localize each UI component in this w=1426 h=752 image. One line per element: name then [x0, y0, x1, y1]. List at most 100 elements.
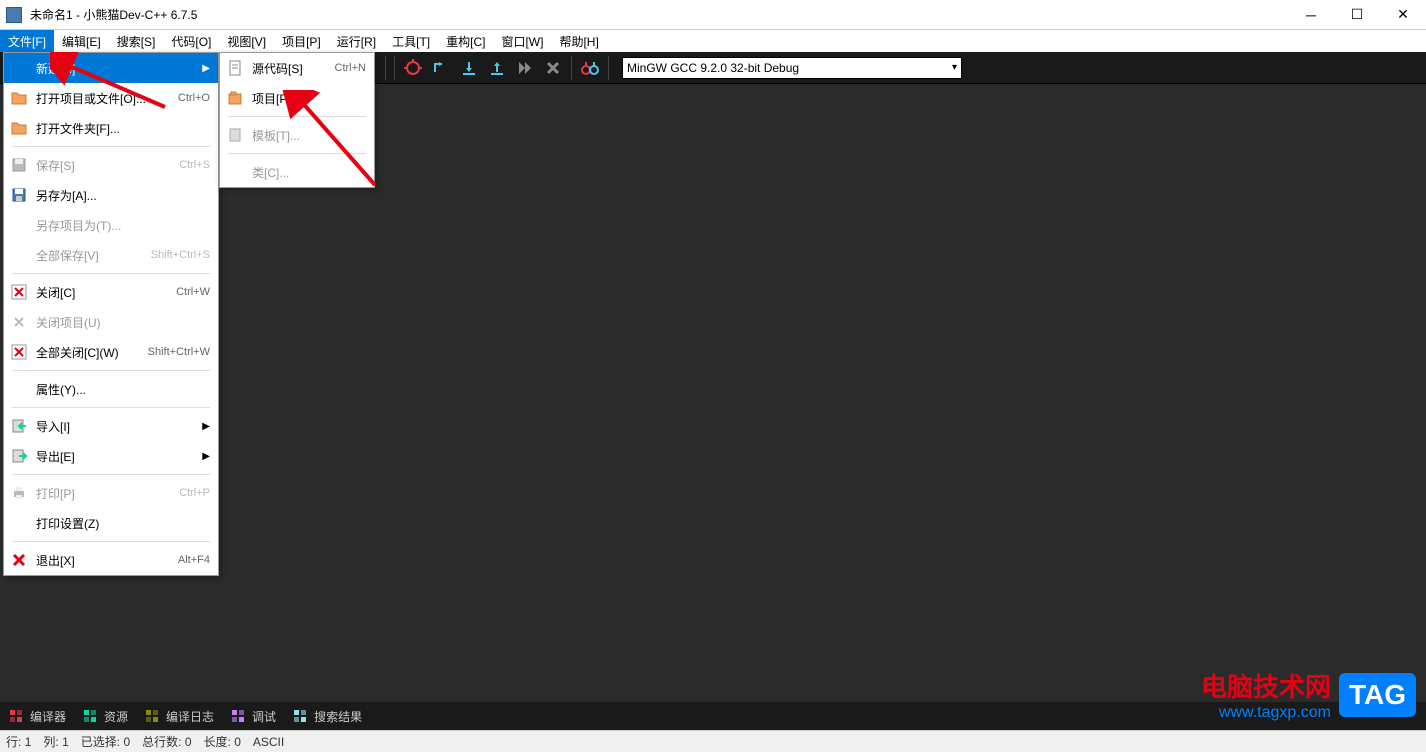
menu-item-label: 模板[T]...: [252, 127, 366, 144]
toolbar-separator: [571, 56, 572, 80]
menu-item: 全部保存[V]Shift+Ctrl+S: [4, 240, 218, 270]
menu-item[interactable]: 新建[N]▶: [4, 53, 218, 83]
tab-icon: [292, 708, 308, 724]
tab-icon: [8, 708, 24, 724]
bottom-tab[interactable]: 资源: [82, 708, 128, 725]
compiler-select[interactable]: MinGW GCC 9.2.0 32-bit Debug: [622, 57, 962, 79]
status-col: 列: 1: [43, 733, 68, 750]
menu-item[interactable]: 打开文件夹[F]...: [4, 113, 218, 143]
menubar-item[interactable]: 重构[C]: [438, 30, 493, 52]
toolbar-separator: [394, 56, 395, 80]
menu-item[interactable]: 退出[X]Alt+F4: [4, 545, 218, 575]
menubar-item[interactable]: 帮助[H]: [551, 30, 606, 52]
menubar-item[interactable]: 项目[P]: [274, 30, 329, 52]
status-encoding: ASCII: [253, 735, 284, 749]
menubar-item[interactable]: 工具[T]: [384, 30, 438, 52]
menu-item-label: 关闭[C]: [36, 284, 176, 301]
blank-icon: [8, 57, 30, 79]
menubar-item[interactable]: 视图[V]: [219, 30, 274, 52]
close-red-icon: [8, 341, 30, 363]
status-sel: 已选择: 0: [81, 733, 130, 750]
menu-item-label: 新建[N]: [36, 60, 198, 77]
export-icon: [8, 445, 30, 467]
menu-item-label: 属性(Y)...: [36, 381, 210, 398]
menu-item-label: 打印设置(Z): [36, 515, 210, 532]
menu-separator: [12, 370, 210, 371]
menu-separator: [228, 153, 366, 154]
menu-item-label: 另存项目为(T)...: [36, 217, 210, 234]
bottom-tab[interactable]: 编译日志: [144, 708, 214, 725]
minimize-button[interactable]: ─: [1288, 0, 1334, 30]
project-icon: [224, 87, 246, 109]
step-into-icon[interactable]: [456, 55, 482, 81]
tab-icon: [230, 708, 246, 724]
menu-item[interactable]: 导入[I]▶: [4, 411, 218, 441]
menu-item-shortcut: Ctrl+W: [176, 286, 210, 298]
bottom-tab-label: 搜索结果: [314, 708, 362, 725]
menu-separator: [12, 273, 210, 274]
chevron-right-icon: ▶: [202, 421, 210, 432]
blank-icon: [8, 214, 30, 236]
step-over-icon[interactable]: [428, 55, 454, 81]
menu-item[interactable]: 导出[E]▶: [4, 441, 218, 471]
menu-item-shortcut: Alt+F4: [178, 554, 210, 566]
blank-icon: [8, 378, 30, 400]
menu-item: 模板[T]...: [220, 120, 374, 150]
menubar: 文件[F]编辑[E]搜索[S]代码[O]视图[V]项目[P]运行[R]工具[T]…: [0, 30, 1426, 52]
menubar-item[interactable]: 文件[F]: [0, 30, 54, 52]
compiler-select-value: MinGW GCC 9.2.0 32-bit Debug: [627, 61, 799, 75]
menu-item[interactable]: 打开项目或文件[O]...Ctrl+O: [4, 83, 218, 113]
menu-item: 打印[P]Ctrl+P: [4, 478, 218, 508]
menubar-item[interactable]: 代码[O]: [163, 30, 219, 52]
bottom-tab-label: 资源: [104, 708, 128, 725]
bottom-tab[interactable]: 编译器: [8, 708, 66, 725]
watermark-url: www.tagxp.com: [1201, 704, 1331, 722]
menubar-item[interactable]: 编辑[E]: [54, 30, 109, 52]
watermark-title: 电脑技术网: [1201, 667, 1331, 704]
menu-item[interactable]: 全部关闭[C](W)Shift+Ctrl+W: [4, 337, 218, 367]
close-gray-icon: [8, 311, 30, 333]
menu-item-label: 类[C]...: [252, 164, 366, 181]
menu-item[interactable]: 项目[P]...: [220, 83, 374, 113]
bottom-tab[interactable]: 搜索结果: [292, 708, 362, 725]
menu-item[interactable]: 关闭[C]Ctrl+W: [4, 277, 218, 307]
import-icon: [8, 415, 30, 437]
stop-icon[interactable]: [540, 55, 566, 81]
menu-item-label: 退出[X]: [36, 552, 178, 569]
bottom-tab-label: 编译器: [30, 708, 66, 725]
menu-item: 类[C]...: [220, 157, 374, 187]
menubar-item[interactable]: 运行[R]: [329, 30, 384, 52]
menu-item[interactable]: 属性(Y)...: [4, 374, 218, 404]
close-button[interactable]: ✕: [1380, 0, 1426, 30]
menu-item[interactable]: 源代码[S]Ctrl+N: [220, 53, 374, 83]
menu-item-shortcut: Ctrl+O: [178, 92, 210, 104]
titlebar-text: 未命名1 - 小熊猫Dev-C++ 6.7.5: [30, 6, 1288, 23]
menu-separator: [12, 541, 210, 542]
menubar-item[interactable]: 搜索[S]: [109, 30, 164, 52]
save-icon: [8, 184, 30, 206]
continue-icon[interactable]: [512, 55, 538, 81]
menu-item-shortcut: Ctrl+N: [335, 62, 366, 74]
binoculars-icon[interactable]: [577, 55, 603, 81]
menu-item: 保存[S]Ctrl+S: [4, 150, 218, 180]
menu-item[interactable]: 另存为[A]...: [4, 180, 218, 210]
bottom-tab[interactable]: 调试: [230, 708, 276, 725]
template-icon: [224, 124, 246, 146]
menu-separator: [12, 474, 210, 475]
menu-separator: [228, 116, 366, 117]
menu-item: 另存项目为(T)...: [4, 210, 218, 240]
menu-item-shortcut: Ctrl+P: [179, 487, 210, 499]
menu-item[interactable]: 打印设置(Z): [4, 508, 218, 538]
menu-separator: [12, 407, 210, 408]
step-out-icon[interactable]: [484, 55, 510, 81]
menu-item-label: 另存为[A]...: [36, 187, 210, 204]
debug-icon[interactable]: [400, 55, 426, 81]
maximize-button[interactable]: ☐: [1334, 0, 1380, 30]
menubar-item[interactable]: 窗口[W]: [493, 30, 551, 52]
watermark-tag: TAG: [1339, 673, 1416, 717]
window-controls: ─ ☐ ✕: [1288, 0, 1426, 30]
tab-icon: [144, 708, 160, 724]
bottom-tab-label: 调试: [252, 708, 276, 725]
status-len: 长度: 0: [204, 733, 241, 750]
folder-icon: [8, 117, 30, 139]
